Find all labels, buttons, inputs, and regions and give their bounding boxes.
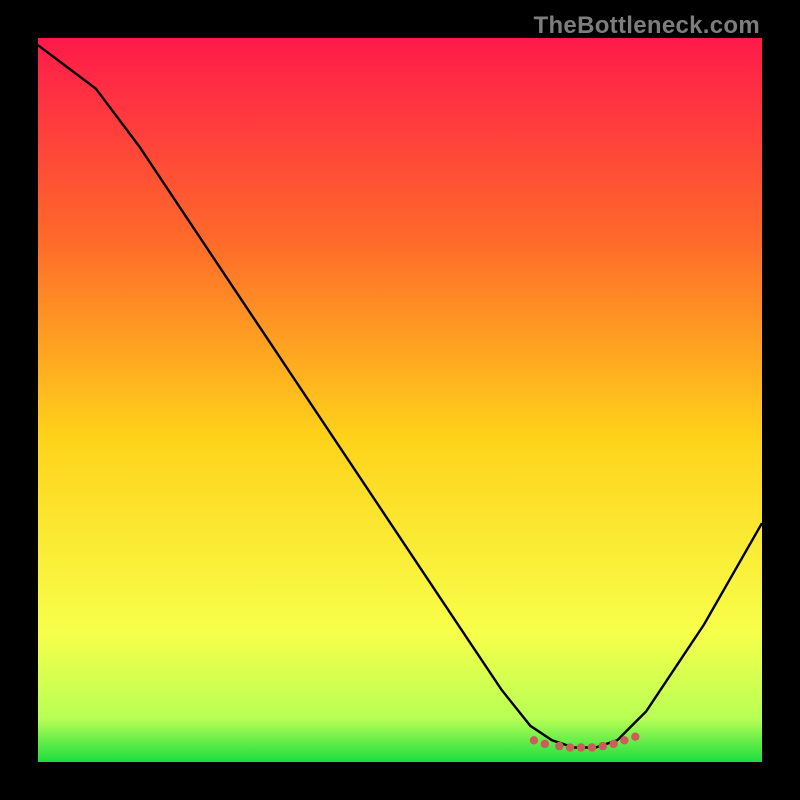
chart-svg: [0, 0, 800, 800]
optimal-marker: [566, 743, 574, 751]
app-frame: TheBottleneck.com: [0, 0, 800, 800]
gradient-rect: [38, 38, 762, 762]
optimal-marker: [530, 736, 538, 744]
optimal-marker: [577, 743, 585, 751]
optimal-marker: [599, 742, 607, 750]
optimal-marker: [609, 740, 617, 748]
optimal-marker: [620, 736, 628, 744]
optimal-marker: [555, 742, 563, 750]
optimal-marker: [541, 740, 549, 748]
optimal-marker: [588, 743, 596, 751]
optimal-marker: [631, 733, 639, 741]
watermark-text: TheBottleneck.com: [534, 12, 760, 40]
